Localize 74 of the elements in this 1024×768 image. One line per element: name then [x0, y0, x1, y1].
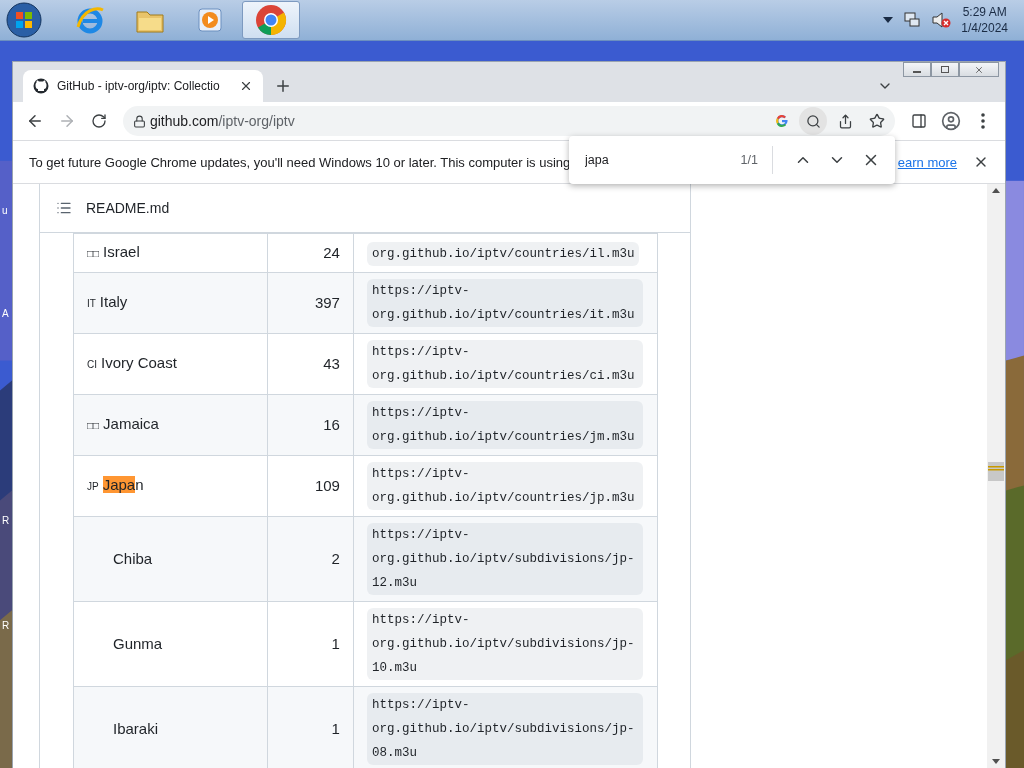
- table-cell: 2: [267, 516, 354, 602]
- person-icon: [941, 111, 962, 131]
- playlist-url[interactable]: https://iptv-org.github.io/iptv/countries/ci.m3u: [366, 340, 643, 388]
- table-cell: 24: [267, 233, 354, 273]
- caret-icon[interactable]: [883, 17, 894, 23]
- list-icon[interactable]: [55, 200, 72, 216]
- country-name: Chiba: [112, 550, 153, 567]
- desktop-icon-label: A: [2, 308, 9, 319]
- flag-code: □□: [86, 420, 100, 431]
- windows-orb-icon: [6, 2, 42, 38]
- scrollbar[interactable]: [987, 184, 1006, 768]
- playlist-url[interactable]: https://iptv-org.github.io/iptv/subdivisions/jp-12.m3u: [366, 523, 643, 595]
- country-name: Jamaica: [103, 415, 159, 432]
- playlist-url[interactable]: https://iptv-org.github.io/iptv/countries/it.m3u: [366, 279, 643, 327]
- taskbar-button[interactable]: [242, 1, 300, 39]
- find-field[interactable]: japa: [582, 152, 727, 168]
- table-cell: 397: [267, 272, 354, 334]
- url-path: /iptv-org/iptv: [218, 113, 295, 129]
- scrollbar-thumb[interactable]: [988, 462, 1005, 481]
- playlist-url[interactable]: https://iptv-org.github.io/iptv/countries/jm.m3u: [366, 401, 643, 449]
- table-cell: 109: [267, 455, 354, 517]
- country-name: Japan: [102, 476, 144, 493]
- table-cell: 16: [267, 394, 354, 456]
- network-icon[interactable]: [903, 11, 922, 29]
- playlist-url[interactable]: https://iptv-org.github.io/iptv/countries/jp.m3u: [366, 462, 643, 510]
- side-panel-icon: [911, 113, 928, 129]
- muted-speaker-icon[interactable]: [931, 11, 952, 29]
- flag-code: CI: [86, 359, 97, 370]
- browser-tab[interactable]: GitHub - iptv-org/iptv: Collectio: [22, 70, 263, 102]
- country-name: Ivory Coast: [100, 354, 177, 371]
- restore-button[interactable]: [931, 62, 960, 77]
- desktop-icon-label: R: [2, 515, 10, 526]
- match-count: 1/1: [740, 146, 773, 174]
- update-message: To get future Google Chrome updates, you'll need Windows 10 or later. This computer is using: [28, 154, 569, 170]
- url-host: github.com: [149, 113, 219, 129]
- table-cell: 43: [267, 333, 354, 395]
- desktop-icon-label: R: [2, 620, 10, 631]
- find-match-marker: [988, 466, 1005, 471]
- lock-icon: [132, 114, 146, 128]
- clock-date: 1/4/2024: [961, 20, 1008, 36]
- playlist-url[interactable]: https://iptv-org.github.io/iptv/subdivisions/jp-08.m3u: [366, 693, 643, 765]
- find-button[interactable]: [799, 107, 828, 135]
- playlist-url[interactable]: org.github.io/iptv/countries/il.m3u: [366, 242, 640, 266]
- country-name: Gunma: [112, 635, 163, 652]
- scroll-down-icon[interactable]: [992, 759, 1001, 764]
- flag-code: □□: [86, 248, 100, 259]
- start-button[interactable]: [4, 0, 44, 40]
- close-icon: [974, 64, 985, 75]
- table-cell: 1: [267, 601, 354, 687]
- tab-title: GitHub - iptv-org/iptv: Collectio: [56, 79, 221, 93]
- clock-time: 5:29 AM: [962, 4, 1007, 20]
- reload-icon: [90, 113, 107, 129]
- scroll-up-icon[interactable]: [992, 188, 1001, 193]
- globe-swoosh-icon: [75, 5, 105, 35]
- play-icon: [197, 7, 223, 33]
- country-name: Israel: [103, 243, 140, 260]
- country-name: Ibaraki: [112, 720, 158, 737]
- desktop-icon-label: u: [2, 205, 8, 216]
- share-icon: [837, 113, 853, 129]
- favicon-icon: [32, 78, 49, 94]
- flag-code: JP: [86, 481, 99, 492]
- search-icon: [805, 113, 821, 129]
- flag-code: IT: [86, 298, 96, 309]
- country-name: Italy: [99, 293, 128, 310]
- playlist-url[interactable]: https://iptv-org.github.io/iptv/subdivisions/jp-10.m3u: [366, 608, 643, 680]
- minimize-button[interactable]: [903, 62, 932, 77]
- google-logo-icon[interactable]: [775, 114, 790, 128]
- restore-icon: [940, 65, 951, 74]
- address-bar[interactable]: github.com/iptv-org/iptv: [122, 106, 896, 136]
- menu-icon: [981, 113, 986, 129]
- chrome-logo-icon: [255, 4, 287, 36]
- star-icon: [869, 113, 886, 129]
- learn-more-link[interactable]: earn more: [897, 154, 958, 170]
- readme-title: README.md: [85, 200, 170, 216]
